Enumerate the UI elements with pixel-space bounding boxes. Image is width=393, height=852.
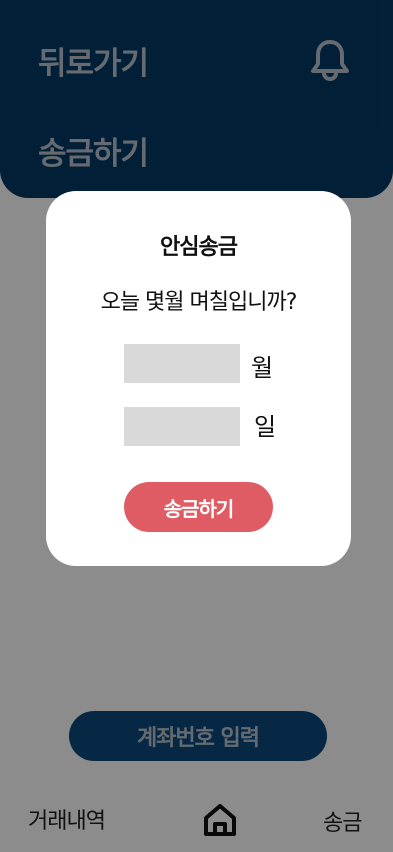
month-input[interactable] xyxy=(124,344,240,383)
send-money-button[interactable]: 송금하기 xyxy=(124,482,273,532)
modal-question: 오늘 몇월 며칠입니까? xyxy=(100,290,298,315)
modal-title: 안심송금 xyxy=(160,235,238,260)
month-unit-label: 월 xyxy=(251,354,274,382)
day-unit-label: 일 xyxy=(254,413,277,441)
day-input[interactable] xyxy=(124,407,240,446)
safe-transfer-modal: 안심송금 오늘 몇월 며칠입니까? 월 일 송금하기 xyxy=(46,191,351,566)
